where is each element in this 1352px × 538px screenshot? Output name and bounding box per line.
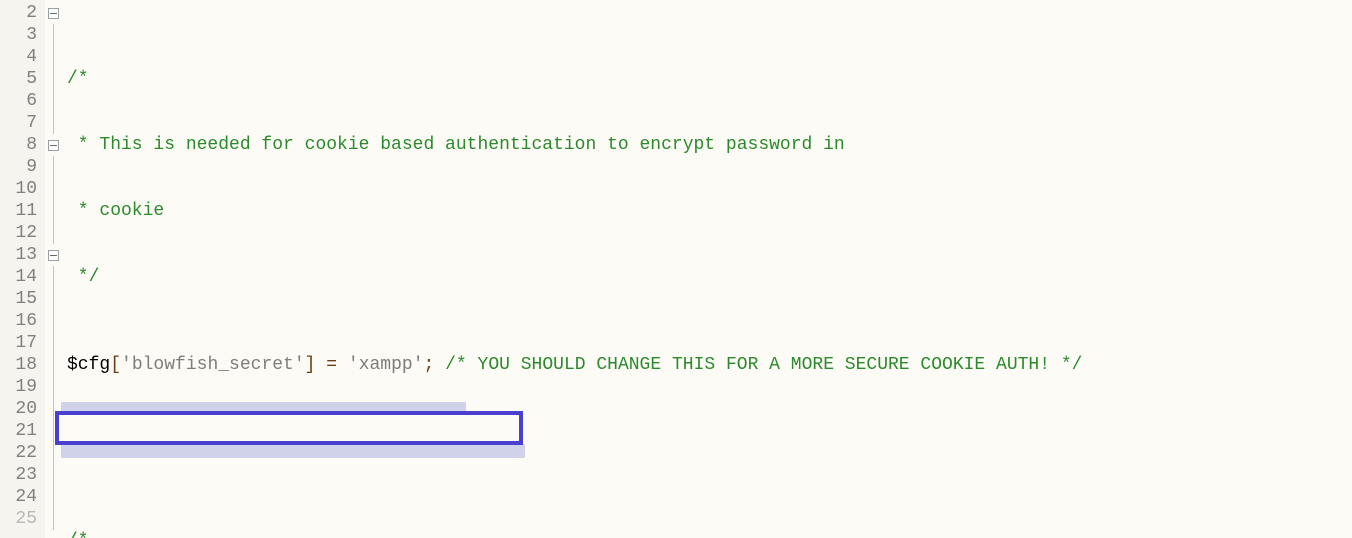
code-line[interactable]: * This is needed for cookie based authen… [61,134,1352,156]
line-number: 22 [0,442,37,464]
code-area[interactable]: /* * This is needed for cookie based aut… [61,0,1352,538]
line-number: 2 [0,2,37,24]
code-line[interactable]: */ [61,266,1352,288]
comment-text: /* YOU SHOULD CHANGE THIS FOR A MORE SEC… [434,355,1082,375]
code-token: ] = [305,355,348,375]
line-number: 18 [0,354,37,376]
fold-toggle-icon[interactable] [48,8,59,19]
line-number: 25 [0,508,37,530]
line-number: 9 [0,156,37,178]
highlight-box [55,411,523,445]
comment-text: /* [67,69,89,89]
line-number: 11 [0,200,37,222]
line-number: 4 [0,46,37,68]
line-number: 8 [0,134,37,156]
line-number: 13 [0,244,37,266]
line-number: 23 [0,464,37,486]
line-number: 10 [0,178,37,200]
comment-text: /* [67,531,89,538]
code-line[interactable]: * cookie [61,200,1352,222]
code-line[interactable]: $cfg['blowfish_secret'] = 'xampp'; /* YO… [61,354,1352,376]
fold-toggle-icon[interactable] [48,250,59,261]
line-number: 16 [0,310,37,332]
obscured-region [61,402,466,412]
line-number: 20 [0,398,37,420]
code-token: [ [110,355,121,375]
code-token: 'xampp' [348,355,424,375]
line-number: 12 [0,222,37,244]
code-editor[interactable]: 2 3 4 5 6 7 8 9 10 11 12 13 14 15 16 17 … [0,0,1352,538]
line-number: 14 [0,266,37,288]
comment-text: */ [67,267,99,287]
fold-toggle-icon[interactable] [48,140,59,151]
line-number: 6 [0,90,37,112]
comment-text: * cookie [67,201,164,221]
line-number: 5 [0,68,37,90]
comment-text: * This is needed for cookie based authen… [67,135,845,155]
line-number: 7 [0,112,37,134]
line-number: 19 [0,376,37,398]
code-line[interactable]: /* [61,530,1352,538]
line-number: 21 [0,420,37,442]
code-token: 'blowfish_secret' [121,355,305,375]
line-number: 17 [0,332,37,354]
line-number-gutter: 2 3 4 5 6 7 8 9 10 11 12 13 14 15 16 17 … [0,0,45,538]
code-token: ; [424,355,435,375]
code-token: $cfg [67,355,110,375]
line-number: 24 [0,486,37,508]
line-number: 3 [0,24,37,46]
obscured-region [61,444,525,458]
line-number: 15 [0,288,37,310]
fold-column [45,0,61,538]
code-line[interactable]: /* [61,68,1352,90]
